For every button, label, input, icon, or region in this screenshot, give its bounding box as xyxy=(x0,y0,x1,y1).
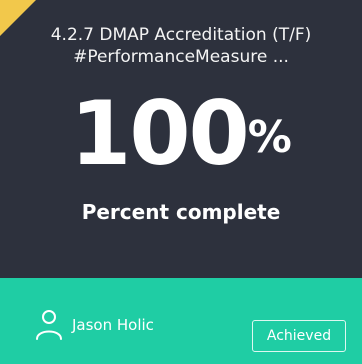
card-title-line-1: 4.2.7 DMAP Accreditation (T/F) xyxy=(50,25,312,45)
measure-card[interactable]: 4.2.7 DMAP Accreditation (T/F) #Performa… xyxy=(0,0,362,364)
owner-name[interactable]: Jason Holic xyxy=(72,316,154,334)
percent-number: 100 xyxy=(70,82,250,185)
percent-unit: % xyxy=(247,112,292,163)
card-title: 4.2.7 DMAP Accreditation (T/F) #Performa… xyxy=(0,24,362,68)
status-button[interactable]: Achieved xyxy=(252,320,346,352)
percent-value: 100% xyxy=(0,88,362,180)
card-title-line-2: #PerformanceMeasure ... xyxy=(73,47,289,67)
user-icon xyxy=(36,310,62,340)
percent-caption: Percent complete xyxy=(81,200,281,224)
